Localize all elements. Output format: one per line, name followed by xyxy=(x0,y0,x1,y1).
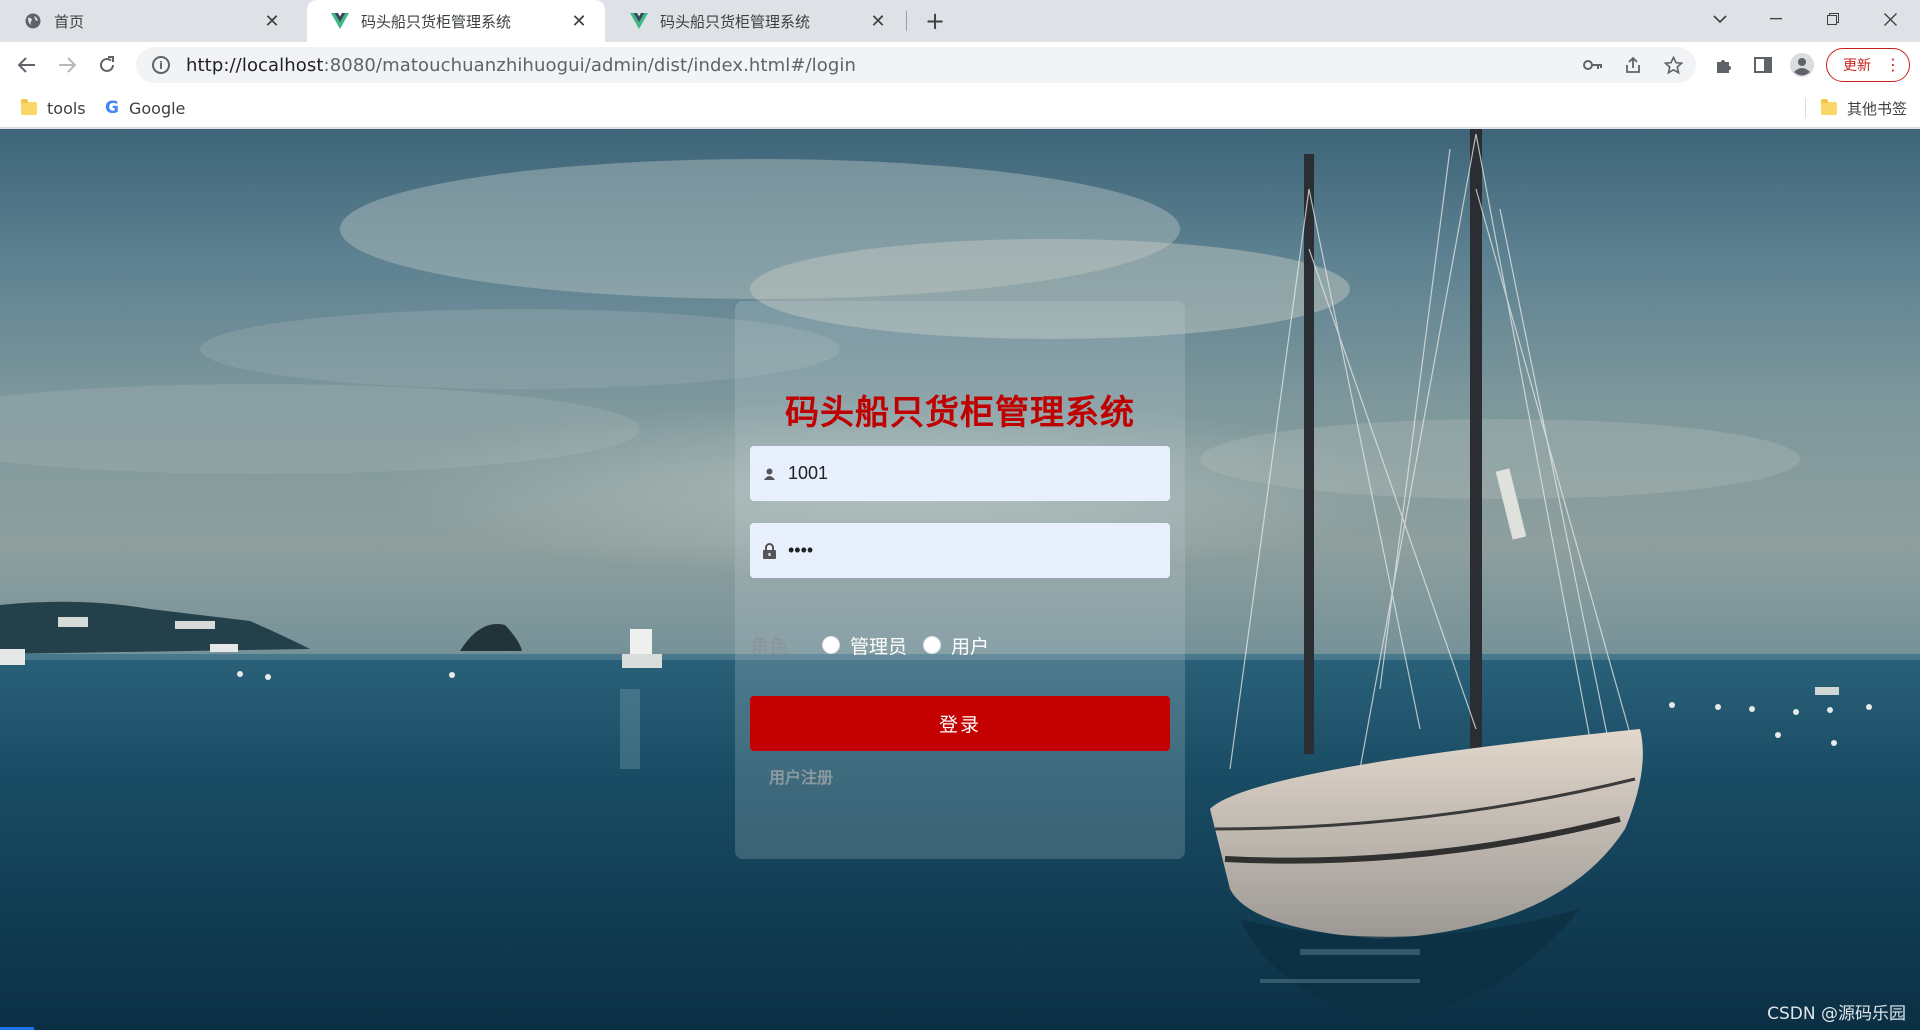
username-input[interactable] xyxy=(788,463,1148,484)
folder-icon xyxy=(1821,98,1837,115)
login-card: 码头船只货柜管理系统 角色 管理员 用户 登录 用户注册 xyxy=(735,301,1185,859)
close-icon[interactable]: ✕ xyxy=(569,11,589,32)
forward-arrow-icon xyxy=(59,57,76,73)
forward-button[interactable] xyxy=(51,49,83,81)
close-window-button[interactable] xyxy=(1862,0,1918,38)
login-button[interactable]: 登录 xyxy=(750,696,1170,751)
register-link[interactable]: 用户注册 xyxy=(769,764,833,788)
profile-avatar-icon[interactable] xyxy=(1788,51,1816,79)
bookmark-star-icon[interactable] xyxy=(1662,54,1684,76)
bookmark-label: tools xyxy=(47,98,86,118)
browser-toolbar: i http://localhost:8080/matouchuanzhihuo… xyxy=(0,42,1920,88)
restore-button[interactable] xyxy=(1805,0,1861,38)
password-input[interactable] xyxy=(788,540,1148,561)
share-icon[interactable] xyxy=(1622,54,1644,76)
site-info-icon[interactable]: i xyxy=(152,56,170,74)
new-tab-button[interactable]: + xyxy=(920,6,950,36)
tab-strip: 首页 ✕ 码头船只货柜管理系统 ✕ 码头船只货柜管理系统 ✕ + xyxy=(0,0,1920,42)
lock-icon xyxy=(762,542,776,559)
page-title: 码头船只货柜管理系统 xyxy=(785,393,1135,433)
tab-title: 码头船只货柜管理系统 xyxy=(361,12,512,31)
bookmark-tools[interactable]: tools xyxy=(21,96,86,120)
tab-title: 首页 xyxy=(54,12,85,31)
tab-login-active[interactable]: 码头船只货柜管理系统 ✕ xyxy=(307,0,605,42)
role-radio-user[interactable] xyxy=(923,636,942,654)
globe-icon xyxy=(24,12,42,30)
reload-button[interactable] xyxy=(91,49,123,81)
folder-icon xyxy=(21,98,37,115)
tab-title: 码头船只货柜管理系统 xyxy=(660,12,811,31)
watermark: CSDN @源码乐园 xyxy=(1767,1004,1906,1024)
tab-login-2[interactable]: 码头船只货柜管理系统 ✕ xyxy=(606,0,904,42)
role-option-user-label[interactable]: 用户 xyxy=(951,632,989,659)
password-key-icon[interactable] xyxy=(1582,54,1604,76)
back-button[interactable] xyxy=(11,49,43,81)
menu-dots-icon[interactable]: ⋮ xyxy=(1885,56,1901,74)
minimize-button[interactable] xyxy=(1748,0,1804,38)
username-field[interactable] xyxy=(750,446,1170,501)
role-selector: 角色 管理员 用户 xyxy=(750,631,1005,659)
google-icon: G xyxy=(105,98,119,118)
role-radio-admin[interactable] xyxy=(822,636,841,654)
tab-home[interactable]: 首页 ✕ xyxy=(0,0,298,42)
bookmark-google[interactable]: G Google xyxy=(105,96,185,120)
role-label: 角色 xyxy=(750,635,789,658)
bookmark-label: Google xyxy=(128,98,186,118)
login-page: 码头船只货柜管理系统 角色 管理员 用户 登录 用户注册 CSDN @源码乐园 xyxy=(0,129,1920,1030)
reload-icon xyxy=(100,56,114,72)
user-icon xyxy=(762,466,776,482)
role-option-admin-label[interactable]: 管理员 xyxy=(850,632,907,659)
bookmarks-bar: tools G Google 其他书签 xyxy=(0,88,1920,128)
back-arrow-icon xyxy=(18,57,35,73)
vue-logo-icon xyxy=(630,12,648,30)
close-icon[interactable]: ✕ xyxy=(262,11,282,32)
bookmark-label: 其他书签 xyxy=(1847,99,1908,118)
bookmark-separator xyxy=(1805,98,1806,118)
address-bar[interactable]: i http://localhost:8080/matouchuanzhihuo… xyxy=(136,47,1696,83)
password-field[interactable] xyxy=(750,523,1170,578)
update-button[interactable]: 更新 ⋮ xyxy=(1826,48,1910,82)
vue-logo-icon xyxy=(331,12,349,30)
update-label: 更新 xyxy=(1843,58,1871,74)
url-text: http://localhost:8080/matouchuanzhihuogu… xyxy=(186,54,857,76)
extensions-puzzle-icon[interactable] xyxy=(1710,51,1738,79)
bookmark-other[interactable]: 其他书签 xyxy=(1821,96,1907,120)
tab-search-chevron-icon[interactable] xyxy=(1692,0,1748,38)
tab-separator xyxy=(906,11,907,31)
close-icon[interactable]: ✕ xyxy=(868,11,888,32)
side-panel-icon[interactable] xyxy=(1749,51,1777,79)
